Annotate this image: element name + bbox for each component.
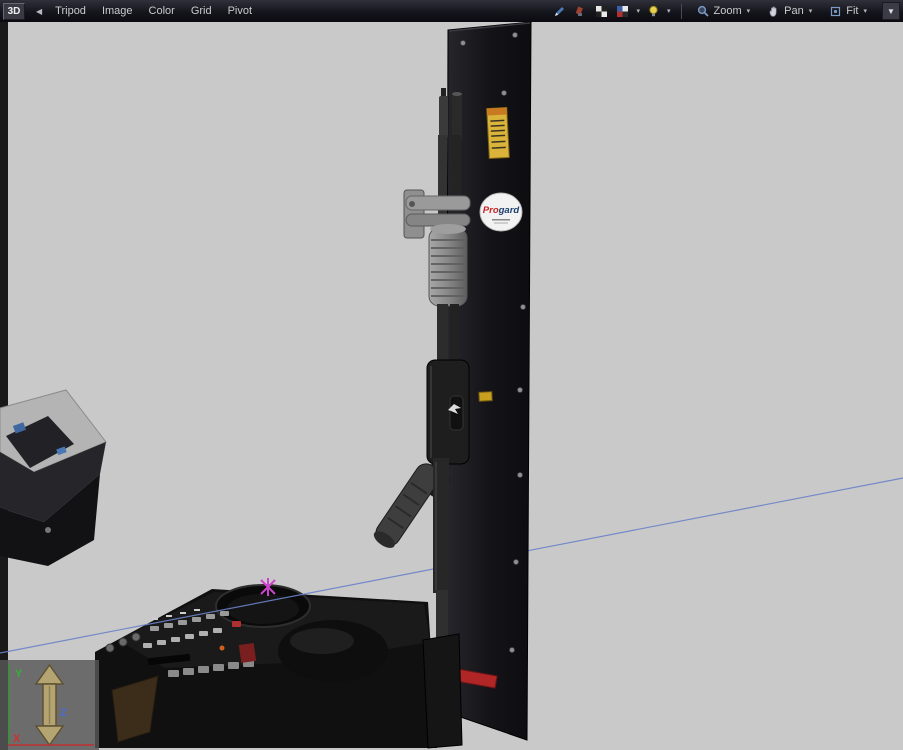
badge-brand-red: Pro xyxy=(483,205,499,216)
toolbar-right: ▾ ▾ Zoom ▾ Pan ▾ Fit ▾ ▼ xyxy=(551,2,900,20)
magnifier-icon xyxy=(697,5,710,18)
fit-frame-icon xyxy=(829,5,842,18)
armrest-pad xyxy=(278,620,388,682)
toolbar-separator xyxy=(681,4,682,19)
light-options-caret-icon[interactable]: ▾ xyxy=(666,7,672,15)
warning-label xyxy=(487,108,510,159)
fit-label: Fit xyxy=(846,5,858,17)
badge-brand-blue: gard xyxy=(498,205,520,216)
fit-button[interactable]: Fit ▾ xyxy=(823,4,874,19)
zoom-button[interactable]: Zoom ▾ xyxy=(691,4,758,19)
menubar: 3D ◀ Tripod Image Color Grid Pivot ▾ ▾ Z… xyxy=(0,0,903,22)
pan-hand-icon xyxy=(767,5,780,18)
light-bulb-icon[interactable] xyxy=(645,3,662,20)
menu-pivot[interactable]: Pivot xyxy=(220,3,260,19)
menu-color[interactable]: Color xyxy=(141,3,183,19)
pan-label: Pan xyxy=(784,5,804,17)
axis-z-label: Z xyxy=(60,707,67,719)
viewport-options-caret-icon[interactable]: ▼ xyxy=(882,2,900,20)
bottom-mount-bracket xyxy=(423,634,462,748)
progard-badge: Progard xyxy=(480,193,522,231)
view-mode-button[interactable]: 3D xyxy=(3,3,25,20)
axis-gizmo[interactable]: Y Z X xyxy=(0,660,99,750)
pump-forend xyxy=(429,224,467,306)
pan-caret-icon[interactable]: ▾ xyxy=(808,7,814,15)
menu-grid[interactable]: Grid xyxy=(183,3,220,19)
left-edge-strip xyxy=(0,22,8,750)
small-yellow-label xyxy=(479,392,492,402)
draw-tool-icon[interactable] xyxy=(551,3,568,20)
axis-x-label: X xyxy=(13,733,21,745)
history-back-icon[interactable]: ◀ xyxy=(31,7,47,16)
color-checker-icon[interactable] xyxy=(614,3,631,20)
axis-y-label: Y xyxy=(15,668,23,680)
menu-image[interactable]: Image xyxy=(94,3,141,19)
svg-text:Progard: Progard xyxy=(483,205,520,216)
brush-tool-icon[interactable] xyxy=(572,3,589,20)
zoom-label: Zoom xyxy=(714,5,742,17)
pan-button[interactable]: Pan ▾ xyxy=(761,4,819,19)
zoom-caret-icon[interactable]: ▾ xyxy=(746,7,752,15)
viewport-3d[interactable]: Progard xyxy=(0,22,903,750)
fit-caret-icon[interactable]: ▾ xyxy=(862,7,868,15)
checker-bw-icon[interactable] xyxy=(593,3,610,20)
color-options-caret-icon[interactable]: ▾ xyxy=(635,7,641,15)
receiver xyxy=(427,360,469,464)
menu-tripod[interactable]: Tripod xyxy=(47,3,94,19)
